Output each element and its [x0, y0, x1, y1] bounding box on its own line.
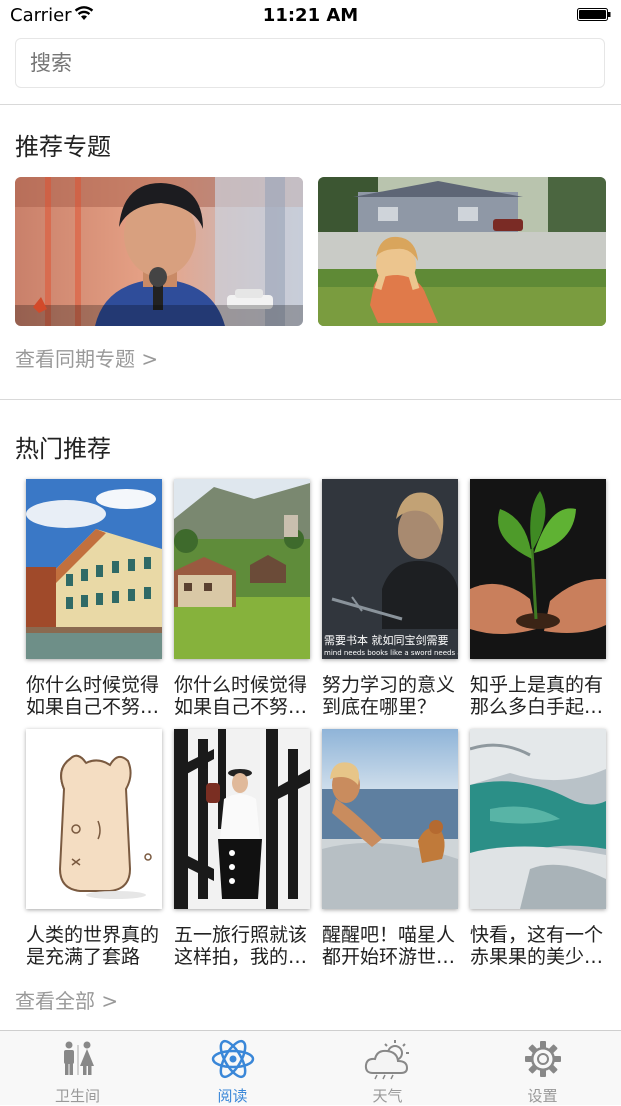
- hot-title: 热门推荐: [15, 435, 111, 463]
- article-title[interactable]: 快看，这有一个赤果果的美少…: [470, 924, 610, 968]
- article-title[interactable]: 你什么时候觉得如果自己不努…: [174, 674, 314, 718]
- image-caption-cn: 需要书本 就如同宝剑需要: [324, 633, 449, 647]
- article-image-8[interactable]: [470, 729, 606, 909]
- article-image-1[interactable]: [26, 479, 162, 659]
- article-image-2[interactable]: [174, 479, 310, 659]
- topic-image-1: [15, 177, 303, 326]
- article-title[interactable]: 努力学习的意义到底在哪里？: [322, 674, 462, 718]
- tab-settings[interactable]: 设置: [465, 1031, 620, 1105]
- gear-icon: [524, 1041, 561, 1077]
- tab-bar: 卫生间 阅读 天气 设置: [0, 1030, 621, 1105]
- topic-card-2[interactable]: [318, 177, 606, 326]
- article-title[interactable]: 五一旅行照就该这样拍，我的…: [174, 924, 314, 968]
- clock: 11:21 AM: [262, 5, 359, 26]
- tab-restroom[interactable]: 卫生间: [0, 1031, 155, 1105]
- article-image-6[interactable]: [174, 729, 310, 909]
- search-input[interactable]: [16, 39, 604, 87]
- topic-card-1[interactable]: [15, 177, 303, 326]
- weather-icon: [364, 1040, 409, 1080]
- search-bar[interactable]: [15, 38, 605, 88]
- topic-image-2: [318, 177, 606, 326]
- recommended-title: 推荐专题: [15, 133, 111, 161]
- view-topics-link[interactable]: 查看同期专题 >: [15, 343, 158, 372]
- atom-icon: [211, 1039, 254, 1079]
- article-image-5[interactable]: [26, 729, 162, 909]
- article-title[interactable]: 人类的世界真的是充满了套路: [26, 924, 166, 968]
- article-image-7[interactable]: [322, 729, 458, 909]
- tab-weather[interactable]: 天气: [310, 1031, 465, 1105]
- tab-reading[interactable]: 阅读: [155, 1031, 310, 1105]
- image-caption-en: mind needs books like a sword needs a wh: [324, 649, 458, 657]
- tab-label: 卫生间: [54, 1087, 100, 1105]
- article-title[interactable]: 你什么时候觉得如果自己不努…: [26, 674, 166, 718]
- article-image-4[interactable]: [470, 479, 606, 659]
- restroom-icon: [63, 1041, 94, 1075]
- view-all-link[interactable]: 查看全部 >: [15, 985, 118, 1014]
- battery-icon: [577, 8, 611, 21]
- divider: [0, 399, 621, 400]
- article-title[interactable]: 知乎上是真的有那么多白手起…: [470, 674, 610, 718]
- divider: [0, 104, 621, 105]
- tab-label: 阅读: [217, 1087, 248, 1105]
- tab-label: 设置: [527, 1087, 558, 1105]
- status-bar: Carrier 11:21 AM: [0, 0, 621, 32]
- article-title[interactable]: 醒醒吧！喵星人都开始环游世…: [322, 924, 462, 968]
- tab-label: 天气: [372, 1087, 403, 1105]
- article-image-3[interactable]: 需要书本 就如同宝剑需要 mind needs books like a swo…: [322, 479, 458, 659]
